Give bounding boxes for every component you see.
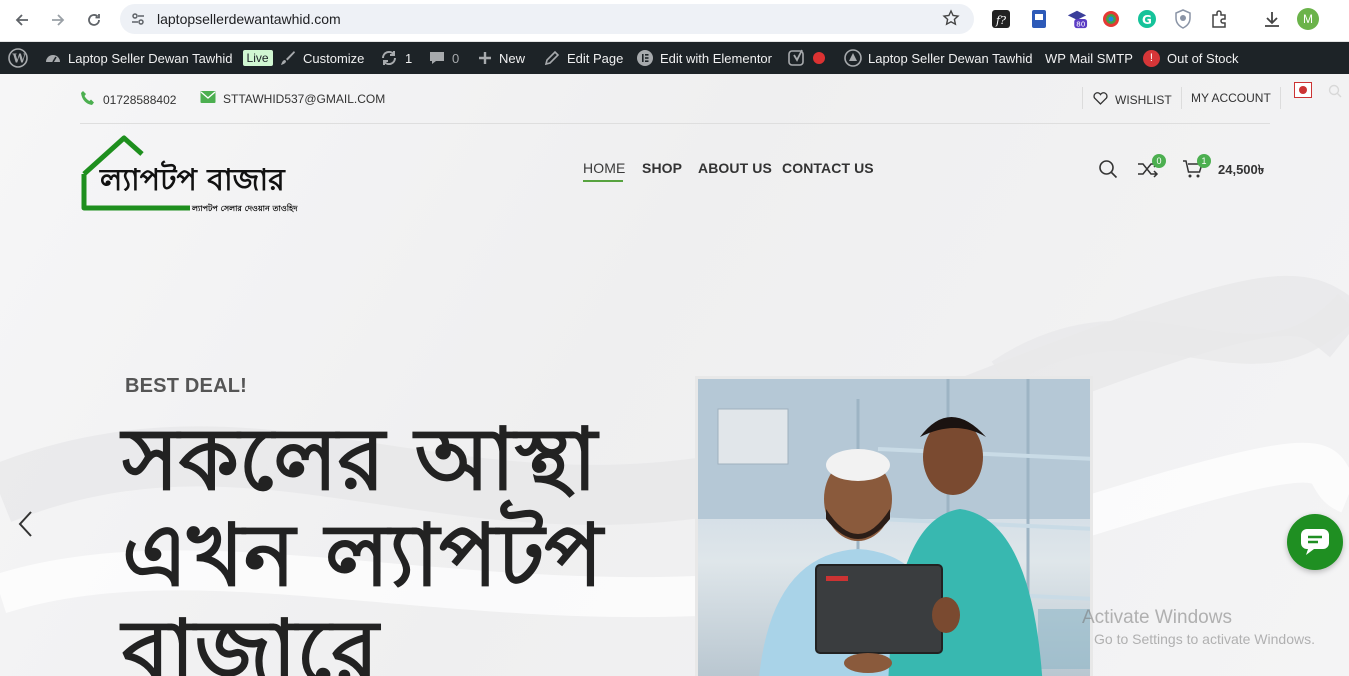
wp-logo-menu[interactable]: W bbox=[8, 42, 28, 74]
topbar-my-account[interactable]: MY ACCOUNT bbox=[1191, 91, 1271, 105]
site-logo[interactable]: ল্যাপটপ বাজার ল্যাপটপ সেলার দেওয়ান তাওহ… bbox=[80, 134, 300, 216]
dashboard-icon bbox=[44, 49, 62, 67]
seo-status-dot bbox=[813, 52, 825, 64]
extensions-puzzle-icon[interactable] bbox=[1208, 8, 1230, 30]
phone-number: 01728588402 bbox=[103, 92, 177, 107]
svg-text:G: G bbox=[1142, 13, 1152, 27]
site-logo-icon bbox=[844, 49, 862, 67]
plus-icon bbox=[477, 50, 493, 66]
ab-site-name[interactable]: Laptop Seller Dewan Tawhid Live bbox=[44, 42, 273, 74]
hero-eyebrow: BEST DEAL! bbox=[125, 375, 247, 397]
ab-customize[interactable]: Customize bbox=[279, 42, 364, 74]
yoast-icon bbox=[787, 48, 807, 68]
wishlist-label: WISHLIST bbox=[1115, 92, 1172, 107]
ab-edit-elementor[interactable]: Edit with Elementor bbox=[636, 42, 772, 74]
bookmark-star-icon[interactable] bbox=[942, 9, 960, 32]
jpg-extension-icon[interactable] bbox=[1028, 8, 1050, 30]
heart-icon bbox=[1093, 91, 1108, 108]
menu-shop[interactable]: SHOP bbox=[642, 160, 682, 176]
ab-new[interactable]: New bbox=[477, 42, 525, 74]
ab-updates-count: 1 bbox=[405, 50, 413, 66]
updates-icon bbox=[379, 49, 399, 67]
topbar-email[interactable]: STTAWHID537@GMAIL.COM bbox=[200, 90, 385, 107]
ab-comments-count: 0 bbox=[452, 50, 460, 66]
grammarly-extension-icon[interactable]: G bbox=[1136, 8, 1158, 30]
svg-text:W: W bbox=[12, 52, 27, 66]
ab-site-name-2[interactable]: Laptop Seller Dewan Tawhid bbox=[844, 42, 1033, 74]
back-button[interactable] bbox=[10, 8, 34, 32]
menu-active-underline bbox=[583, 180, 623, 182]
ab-edit-page[interactable]: Edit Page bbox=[543, 42, 623, 74]
ab-updates[interactable]: 1 bbox=[379, 42, 412, 74]
ab-site-name-label: Laptop Seller Dewan Tawhid bbox=[68, 50, 233, 66]
menu-contact-us[interactable]: CONTACT US bbox=[782, 160, 874, 176]
svg-text:80: 80 bbox=[1076, 19, 1086, 28]
compare-count-badge: 0 bbox=[1152, 154, 1166, 168]
color-extension-icon[interactable] bbox=[1100, 8, 1122, 30]
comment-icon bbox=[428, 49, 446, 67]
search-icon[interactable] bbox=[1098, 159, 1118, 184]
ab-edit-elementor-label: Edit with Elementor bbox=[660, 50, 772, 66]
ab-new-label: New bbox=[499, 50, 526, 66]
chat-bubble-icon bbox=[1301, 529, 1329, 555]
slider-prev-arrow-icon[interactable] bbox=[16, 510, 36, 543]
download-icon[interactable] bbox=[1261, 8, 1283, 30]
topbar-separator bbox=[1082, 87, 1083, 109]
ab-customize-label: Customize bbox=[303, 50, 365, 66]
flag-widget-icon[interactable] bbox=[1294, 82, 1312, 103]
ab-wp-mail-smtp[interactable]: WP Mail SMTP ! bbox=[1045, 42, 1160, 74]
hero-photo bbox=[695, 376, 1093, 676]
topbar-phone[interactable]: 01728588402 bbox=[80, 90, 176, 109]
wordpress-icon: W bbox=[8, 48, 28, 68]
ab-yoast[interactable] bbox=[787, 42, 825, 74]
topbar-separator bbox=[1181, 87, 1182, 109]
hero-photo-illustration bbox=[698, 379, 1090, 676]
forward-button[interactable] bbox=[46, 8, 70, 32]
logo-tagline: ল্যাপটপ সেলার দেওয়ান তাওহিদ bbox=[192, 204, 298, 213]
ab-out-of-stock[interactable]: Out of Stock bbox=[1167, 42, 1239, 74]
cart-total[interactable]: 24,500৳ bbox=[1218, 161, 1264, 182]
reload-button[interactable] bbox=[82, 8, 106, 32]
shield-extension-icon[interactable] bbox=[1172, 8, 1194, 30]
windows-activation-subtitle: Go to Settings to activate Windows. bbox=[1094, 631, 1315, 647]
windows-activation-title: Activate Windows bbox=[1082, 607, 1232, 628]
live-badge: Live bbox=[242, 50, 273, 66]
menu-about-us[interactable]: ABOUT US bbox=[698, 160, 772, 176]
svg-text:f?: f? bbox=[995, 14, 1006, 27]
search-faint-icon bbox=[1328, 84, 1342, 103]
browser-toolbar: laptopsellerdewantawhid.com f? 80 G M bbox=[0, 0, 1349, 42]
website-viewport: 01728588402 STTAWHID537@GMAIL.COM WISHLI… bbox=[0, 74, 1349, 676]
cart-count-badge: 1 bbox=[1197, 154, 1211, 168]
logo-main-text: ল্যাপটপ বাজার bbox=[100, 163, 285, 198]
profile-avatar[interactable]: M bbox=[1297, 8, 1319, 30]
phone-icon bbox=[80, 90, 96, 109]
wp-admin-bar: W Laptop Seller Dewan Tawhid Live Custom… bbox=[0, 42, 1349, 74]
ab-comments[interactable]: 0 bbox=[428, 42, 459, 74]
hero-title: সকলের আস্থা এখন ল্যাপটপ বাজারে bbox=[122, 412, 682, 676]
chat-widget-button[interactable] bbox=[1287, 514, 1343, 570]
graduation-extension-icon[interactable]: 80 bbox=[1066, 8, 1088, 30]
hero-title-line-1: সকলের আস্থা bbox=[122, 410, 598, 510]
ab-site-name-2-label: Laptop Seller Dewan Tawhid bbox=[868, 50, 1033, 66]
topbar-separator bbox=[1280, 87, 1281, 109]
ab-edit-page-label: Edit Page bbox=[567, 50, 624, 66]
brush-icon bbox=[279, 49, 297, 67]
hero-title-line-3: বাজারে bbox=[122, 602, 379, 676]
menu-home[interactable]: HOME bbox=[583, 160, 625, 176]
my-account-label: MY ACCOUNT bbox=[1191, 91, 1271, 105]
address-bar[interactable]: laptopsellerdewantawhid.com bbox=[120, 4, 974, 34]
url-text[interactable]: laptopsellerdewantawhid.com bbox=[157, 11, 341, 27]
elementor-icon bbox=[636, 49, 654, 67]
ab-out-of-stock-label: Out of Stock bbox=[1167, 50, 1239, 66]
smtp-alert-badge: ! bbox=[1142, 49, 1160, 67]
hero-title-line-2: এখন ল্যাপটপ bbox=[122, 506, 603, 606]
topbar-wishlist[interactable]: WISHLIST bbox=[1093, 91, 1172, 108]
fontface-extension-icon[interactable]: f? bbox=[990, 8, 1012, 30]
site-info-icon[interactable] bbox=[130, 11, 146, 32]
topbar-divider bbox=[80, 123, 1270, 124]
ab-smtp-label: WP Mail SMTP bbox=[1045, 50, 1133, 66]
envelope-icon bbox=[200, 90, 216, 107]
email-address: STTAWHID537@GMAIL.COM bbox=[223, 91, 386, 106]
pencil-icon bbox=[543, 49, 561, 67]
